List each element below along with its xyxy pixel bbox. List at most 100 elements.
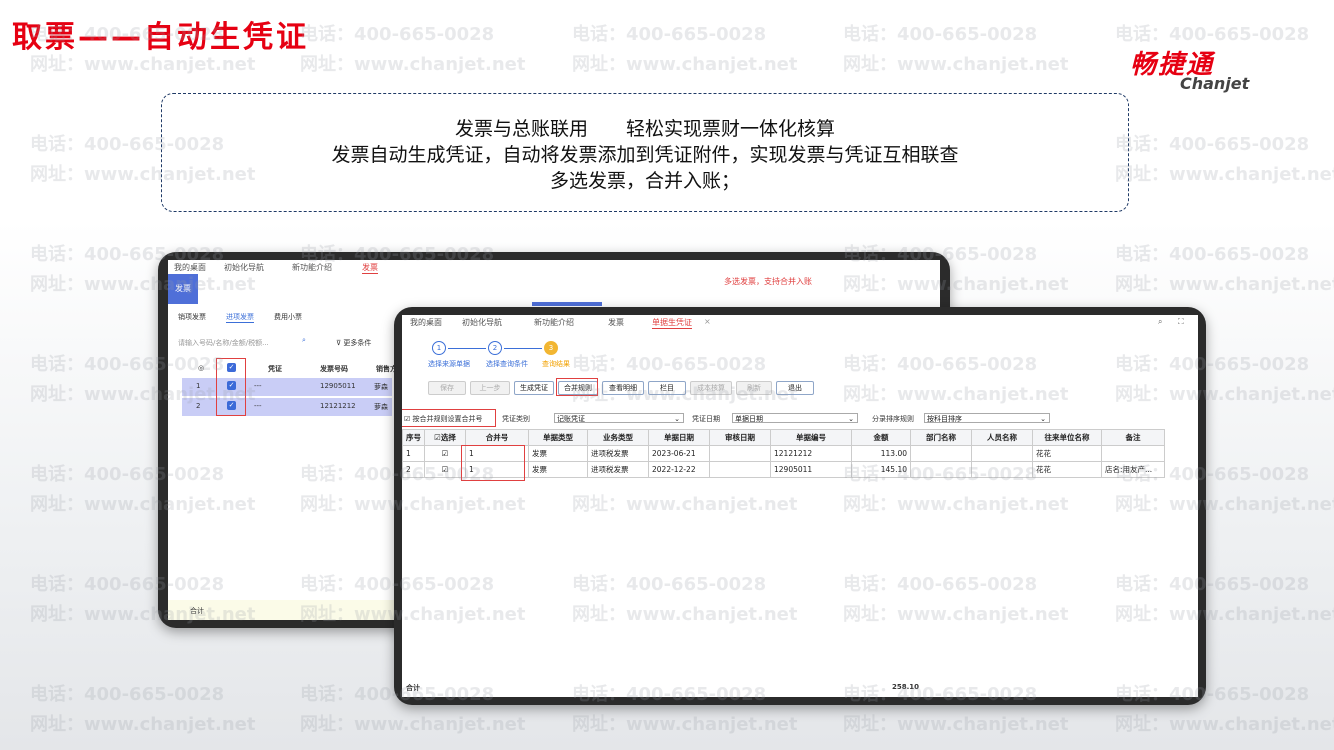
table-row[interactable] bbox=[182, 398, 392, 416]
table-header-row: 序号 ☑选择 合并号 单据类型 业务类型 单据日期 审核日期 单据编号 金额 部… bbox=[402, 429, 1165, 446]
tab-invoice[interactable]: 发票 bbox=[608, 317, 624, 328]
cost-accounting-button[interactable]: 成本核算 bbox=[690, 381, 732, 395]
step-connector bbox=[504, 348, 542, 349]
multi-select-annotation: 多选发票，支持合并入账 bbox=[724, 277, 812, 286]
step-1-label: 选择来源单据 bbox=[428, 360, 470, 368]
tab-new-features[interactable]: 新功能介绍 bbox=[534, 317, 574, 328]
voucher-type-label: 凭证类别 bbox=[502, 415, 530, 423]
subtab-expense-receipt[interactable]: 费用小票 bbox=[274, 312, 302, 322]
col-select[interactable]: ☑选择 bbox=[424, 429, 466, 446]
cell-person bbox=[971, 461, 1033, 478]
col-amount: 金额 bbox=[851, 429, 911, 446]
tab-doc-to-voucher[interactable]: 单据生凭证 bbox=[652, 317, 692, 329]
search-input[interactable]: 请输入号码/名称/金额/税额... bbox=[178, 338, 288, 348]
tab-invoice[interactable]: 发票 bbox=[362, 262, 378, 274]
cell-partner: 花花 bbox=[1032, 445, 1102, 462]
action-bar-strip bbox=[532, 302, 602, 306]
col-dept: 部门名称 bbox=[910, 429, 972, 446]
tab-desktop[interactable]: 我的桌面 bbox=[410, 317, 442, 328]
cell-no: 1 bbox=[402, 445, 425, 462]
feature-callout: 发票与总账联用 轻松实现票财一体化核算 发票自动生成凭证，自动将发票添加到凭证附… bbox=[161, 93, 1129, 212]
tab-init-nav[interactable]: 初始化导航 bbox=[224, 262, 264, 273]
row-checkbox[interactable]: ☑ bbox=[424, 445, 466, 462]
cell-audit-date bbox=[709, 461, 771, 478]
cell-doc-date: 2022-12-22 bbox=[648, 461, 710, 478]
columns-button[interactable]: 栏目 bbox=[648, 381, 686, 395]
refresh-button[interactable]: 刷新 bbox=[736, 381, 772, 395]
voucher-type-select[interactable]: 记账凭证 ⌄ bbox=[554, 413, 684, 423]
voucher-generation-window: 我的桌面 初始化导航 新功能介绍 发票 单据生凭证 × ⌕ ⛶ 1 2 3 选择… bbox=[402, 315, 1198, 697]
watermark-site: 网址：www.chanjet.net bbox=[843, 54, 1069, 75]
more-filters-label: 更多条件 bbox=[343, 339, 372, 347]
front-tabbar: 我的桌面 初始化导航 新功能介绍 发票 单据生凭证 × ⌕ ⛶ bbox=[402, 315, 1198, 329]
cell-audit-date bbox=[709, 445, 771, 462]
col-partner: 往来单位名称 bbox=[1032, 429, 1102, 446]
cell-biz-type: 进项税发票 bbox=[587, 445, 649, 462]
subtab-sales-invoice[interactable]: 销项发票 bbox=[178, 312, 206, 322]
cell-dept bbox=[910, 461, 972, 478]
col-merge-no: 合并号 bbox=[465, 429, 529, 446]
voucher-date-label: 凭证日期 bbox=[692, 415, 720, 423]
watermark-phone: 电话：400-665-0028 bbox=[300, 24, 495, 45]
cell-doc-date: 2023-06-21 bbox=[648, 445, 710, 462]
cell-doc-type: 发票 bbox=[528, 445, 588, 462]
search-icon[interactable]: ⌕ bbox=[1158, 317, 1162, 327]
table-row[interactable] bbox=[182, 378, 392, 396]
row-seller: 萝森 bbox=[374, 383, 388, 391]
col-no: 序号 bbox=[402, 429, 425, 446]
view-details-button[interactable]: 查看明细 bbox=[602, 381, 644, 395]
cell-person bbox=[971, 445, 1033, 462]
row-invoice-no: 12121212 bbox=[320, 402, 356, 410]
save-button[interactable]: 保存 bbox=[428, 381, 466, 395]
step-2-indicator: 2 bbox=[488, 341, 502, 355]
row-number: 1 bbox=[196, 382, 201, 390]
chevron-down-icon: ⌄ bbox=[674, 415, 680, 423]
step-3-indicator: 3 bbox=[544, 341, 558, 355]
watermark-site: 网址：www.chanjet.net bbox=[300, 54, 526, 75]
front-tablet: 我的桌面 初始化导航 新功能介绍 发票 单据生凭证 × ⌕ ⛶ 1 2 3 选择… bbox=[394, 307, 1206, 705]
sidebar-invoice[interactable]: 发票 bbox=[168, 274, 198, 304]
cell-biz-type: 进项税发票 bbox=[587, 461, 649, 478]
row-checkbox[interactable]: ☑ bbox=[424, 461, 466, 478]
row-seller: 萝森 bbox=[374, 403, 388, 411]
col-audit-date: 审核日期 bbox=[709, 429, 771, 446]
tab-desktop[interactable]: 我的桌面 bbox=[174, 262, 206, 273]
cell-partner: 花花 bbox=[1032, 461, 1102, 478]
highlight-merge-rules bbox=[556, 378, 598, 396]
back-tabbar: 我的桌面 初始化导航 新功能介绍 发票 bbox=[168, 260, 940, 274]
col-biz-type: 业务类型 bbox=[587, 429, 649, 446]
row-number: 2 bbox=[196, 402, 201, 410]
watermark-site: 网址：www.chanjet.net bbox=[572, 54, 798, 75]
callout-line-1: 发票与总账联用 轻松实现票财一体化核算 bbox=[454, 118, 835, 140]
filter-icon: ⊽ bbox=[336, 339, 342, 347]
step-2-label: 选择查询条件 bbox=[486, 360, 528, 368]
generate-voucher-button[interactable]: 生成凭证 bbox=[514, 381, 554, 395]
col-voucher: 凭证 bbox=[268, 365, 282, 373]
cell-amount: 145.10 bbox=[851, 461, 911, 478]
callout-line-3: 多选发票，合并入账； bbox=[549, 170, 740, 192]
cell-amount: 113.00 bbox=[851, 445, 911, 462]
chanjet-logo: 畅捷通 Chanjet bbox=[1130, 44, 1270, 94]
tab-init-nav[interactable]: 初始化导航 bbox=[462, 317, 502, 328]
total-amount: 258.10 bbox=[892, 683, 920, 691]
highlight-checkbox-column bbox=[216, 358, 246, 416]
more-filters-button[interactable]: ⊽ 更多条件 bbox=[336, 338, 371, 348]
exit-button[interactable]: 退出 bbox=[776, 381, 814, 395]
search-icon[interactable]: ⌕ bbox=[302, 336, 306, 345]
sort-rule-value: 按科目排序 bbox=[927, 415, 962, 423]
step-connector bbox=[448, 348, 486, 349]
row-voucher: --- bbox=[254, 382, 262, 390]
settings-icon[interactable]: ◎ bbox=[198, 364, 204, 372]
cell-doc-type: 发票 bbox=[528, 461, 588, 478]
sort-rule-select[interactable]: 按科目排序 ⌄ bbox=[924, 413, 1050, 423]
highlight-merge-number bbox=[461, 445, 525, 481]
tab-new-features[interactable]: 新功能介绍 bbox=[292, 262, 332, 273]
subtab-purchase-invoice[interactable]: 进项发票 bbox=[226, 312, 254, 323]
voucher-date-select[interactable]: 单据日期 ⌄ bbox=[732, 413, 858, 423]
col-doc-code: 单据编号 bbox=[770, 429, 852, 446]
slide-title: 取票——自动生凭证 bbox=[12, 20, 309, 55]
prev-step-button[interactable]: 上一步 bbox=[470, 381, 510, 395]
col-note: 备注 bbox=[1101, 429, 1165, 446]
close-tab-icon[interactable]: × bbox=[704, 317, 711, 326]
fullscreen-icon[interactable]: ⛶ bbox=[1178, 317, 1184, 327]
